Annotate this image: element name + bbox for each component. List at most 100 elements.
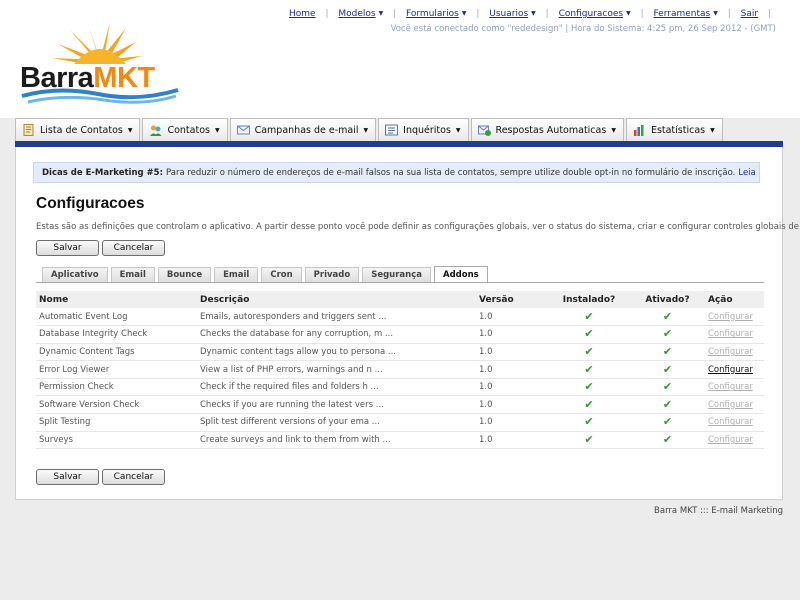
tab-contatos[interactable]: Contatos ▼ [142,118,228,141]
chevron-down-icon: ▼ [611,126,616,134]
barramkt-logo[interactable]: BarraMKT [18,16,183,106]
addon-enabled-cell: ✔ [629,378,706,397]
addon-installed-cell: ✔ [549,308,629,327]
tab-cron[interactable]: Cron [261,267,302,282]
addon-name: Split Testing [36,413,197,432]
check-icon: ✔ [584,309,594,323]
chevron-down-icon[interactable]: ▼ [462,10,467,17]
nav-separator: | [545,9,549,19]
tab-lista-de-contatos[interactable]: Lista de Contatos ▼ [15,118,141,141]
addon-name: Automatic Event Log [36,308,197,327]
tab-label: Respostas Automaticas [495,124,607,136]
tab-campanhas-de-email[interactable]: Campanhas de e-mail ▼ [229,118,377,141]
tab-estatisticas[interactable]: Estatísticas ▼ [625,118,723,141]
page-title: Configuracoes [36,195,145,212]
tip-title: Dicas de E-Marketing #5: [42,167,163,178]
addon-action-cell: Configurar [706,308,764,327]
read-more-link[interactable]: Leia mais… [738,168,759,178]
settings-tabs: Aplicativo Email Bounce Email Cron Priva… [42,266,488,282]
check-icon: ✔ [662,415,673,429]
check-icon: ✔ [584,432,594,446]
nav-usuarios[interactable]: Usuarios [489,9,528,19]
configure-link: Configurar [708,399,753,410]
cancel-button[interactable]: Cancelar [102,240,165,256]
header-version[interactable]: Versão [479,291,549,308]
tab-inqueritos[interactable]: Inquéritos ▼ [378,118,469,141]
addon-installed-cell: ✔ [549,325,629,344]
configure-link: Configurar [708,329,753,340]
table-row: Permission Check Check if the required fi… [36,378,764,397]
login-status: Você está conectado como "rededesign" | … [390,24,776,34]
chevron-down-icon: ▼ [127,126,133,134]
tab-email-2[interactable]: Email [214,267,259,282]
cancel-button-bottom[interactable]: Cancelar [102,469,165,485]
nav-sair[interactable]: Sair [741,9,758,19]
addon-action-cell: Configurar [706,413,764,432]
tab-seguranca[interactable]: Segurança [362,267,431,282]
page-description: Estas são as definições que controlam o … [36,222,800,232]
tab-privado[interactable]: Privado [304,267,360,282]
check-icon: ✔ [662,344,673,358]
tab-bounce[interactable]: Bounce [157,267,212,282]
header-enabled[interactable]: Ativado? [629,291,706,308]
addon-enabled-cell: ✔ [629,325,706,344]
addon-description: Split test different versions of your em… [197,413,479,432]
check-icon: ✔ [662,397,673,411]
addon-name: Error Log Viewer [36,360,197,379]
main-tabs: Lista de Contatos ▼ Contatos ▼ Campanhas d… [15,118,723,141]
addon-description: Checks the database for any corruption, … [197,325,479,344]
addon-action-cell: Configurar [706,431,764,450]
tab-respostas-automaticas[interactable]: Respostas Automaticas ▼ [470,118,624,141]
addon-description: Create surveys and link to them from wit… [197,431,479,450]
addon-version: 1.0 [479,343,549,362]
save-button-bottom[interactable]: Salvar [36,469,99,485]
brand-name: BarraMKT [20,62,155,95]
configure-link[interactable]: Configurar [708,365,753,375]
brand-name-part1: Barra [20,62,94,94]
header-installed[interactable]: Instalado? [549,291,629,308]
brand-name-part2: MKT [93,62,155,94]
addon-name: Permission Check [36,378,197,397]
content-panel: Dicas de E-Marketing #5: Para reduzir o … [15,147,800,500]
chevron-down-icon[interactable]: ▼ [626,10,631,17]
check-icon: ✔ [662,362,673,376]
addon-version: 1.0 [479,360,549,379]
contact-list-icon [23,124,34,136]
configure-link: Configurar [708,417,753,428]
table-row: Software Version Check Checks if you are … [36,395,764,415]
addon-name: Software Version Check [36,395,197,415]
nav-ferramentas[interactable]: Ferramentas [653,9,710,19]
save-button[interactable]: Salvar [36,240,99,256]
email-campaign-icon [236,125,250,135]
chevron-down-icon[interactable]: ▼ [379,10,384,17]
check-icon: ✔ [584,415,594,429]
header-description[interactable]: Descrição [197,291,479,308]
addon-enabled-cell: ✔ [629,343,706,362]
addon-action-cell: Configurar [706,395,764,415]
chevron-down-icon[interactable]: ▼ [531,10,536,17]
nav-configuracoes[interactable]: Configuracoes [559,9,623,19]
chevron-down-icon[interactable]: ▼ [713,10,718,17]
footer-text: Barra MKT ::: E-mail Marketing [654,506,783,516]
addon-enabled-cell: ✔ [629,431,706,450]
addon-enabled-cell: ✔ [629,395,706,415]
nav-formularios[interactable]: Formularios [406,9,459,19]
addon-name: Dynamic Content Tags [36,343,197,362]
tab-addons[interactable]: Addons [433,266,488,282]
addon-enabled-cell: ✔ [629,360,706,379]
addons-table-body: Automatic Event Log Emails, autoresponder… [36,308,764,450]
marketing-tip-box: Dicas de E-Marketing #5: Para reduzir o … [33,162,760,183]
tabs-divider [36,282,764,283]
contacts-icon [150,125,162,136]
tab-aplicativo[interactable]: Aplicativo [42,267,108,282]
configure-link: Configurar [708,382,753,393]
nav-modelos[interactable]: Modelos [338,9,375,19]
addon-version: 1.0 [479,413,549,432]
tab-email[interactable]: Email [110,267,155,282]
header-name[interactable]: Nome [36,291,197,308]
table-row: Split Testing Split test different versio… [36,413,764,432]
top-navigation: Home | Modelos ▼ | Formularios ▼ | Usuario… [289,9,778,19]
nav-separator: | [476,9,480,19]
nav-home[interactable]: Home [289,9,316,19]
addon-installed-cell: ✔ [549,431,629,450]
